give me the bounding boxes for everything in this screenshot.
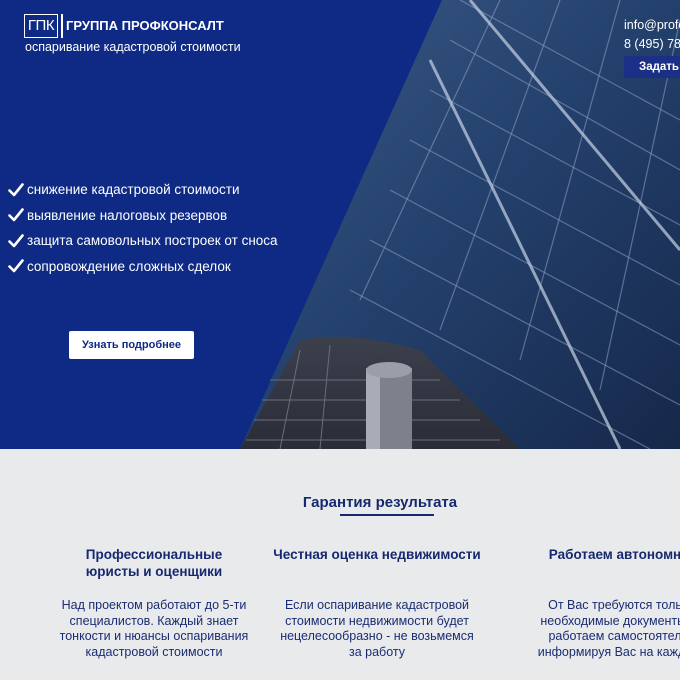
feature-text: сопровождение сложных сделок [27,258,231,274]
logo[interactable]: ГПК [24,14,58,38]
checkmark-icon [8,182,24,197]
feature-text: выявление налоговых резервов [27,207,228,223]
feature-text: защита самовольных построек от сноса [27,233,278,249]
logo-divider [61,14,63,38]
feature-text: снижение кадастровой стоимости [27,182,240,198]
column-title: Работаем автономн [548,547,680,562]
email-link[interactable]: info@profc [624,18,680,32]
guarantee-column: Честная оценка недвижимости Если оспарив… [252,546,502,659]
guarantee-column: Работаем автономн От Вас требуются толь … [490,546,680,659]
ask-question-button[interactable]: Задать [624,56,680,78]
guarantee-column: Профессиональные юристы и оценщики Над п… [29,546,279,659]
feature-item: снижение кадастровой стоимости [8,177,278,203]
feature-item: сопровождение сложных сделок [8,254,278,280]
section-title: Гарантия результата [302,494,458,511]
title-underline [340,514,434,516]
feature-item: защита самовольных построек от сноса [8,228,278,254]
feature-list: снижение кадастровой стоимости выявление… [8,177,278,279]
column-text: От Вас требуются толь необходимые докуме… [537,598,680,659]
column-title: Профессиональные юристы и оценщики [85,547,223,579]
brand-name[interactable]: ГРУППА ПРОФКОНСАЛТ [66,18,224,33]
learn-more-button[interactable]: Узнать подробнее [69,331,194,359]
feature-item: выявление налоговых резервов [8,203,278,229]
checkmark-icon [8,259,24,273]
checkmark-icon [8,208,24,222]
column-text: Над проектом работают до 5-ти специалист… [59,598,249,659]
hero-banner: ГПК ГРУППА ПРОФКОНСАЛТ оспаривание кадас… [0,0,680,449]
checkmark-icon [8,233,24,248]
column-text: Если оспаривание кадастровой стоимости н… [280,598,474,659]
column-title: Честная оценка недвижимости [273,547,481,562]
phone-link[interactable]: 8 (495) 78 [624,37,680,51]
tagline: оспаривание кадастровой стоимости [25,40,241,54]
